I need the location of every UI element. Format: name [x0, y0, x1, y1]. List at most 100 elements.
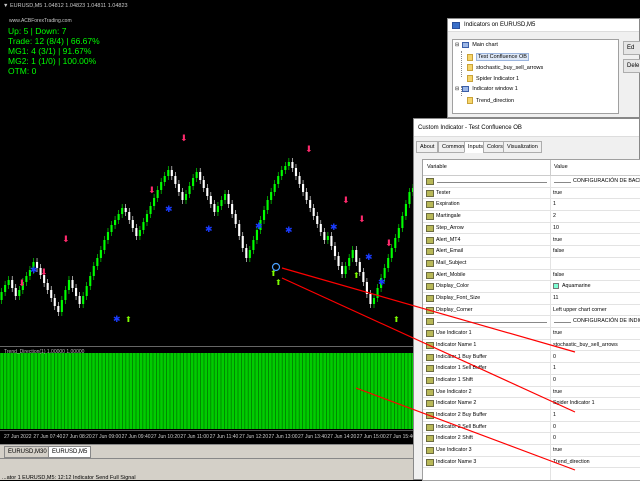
- main-chart-area[interactable]: ⬇ ⬇ ⬇ ⬇ ⬇ ⬇ ⬇ ⬇ ⬇ ⬆ ⬆ ⬆ ⬆ ⬆ ✱ ✱ ✱ ✱ ✱ ✱ ✱ ✱ ✱ ▼ EURUSD,M5 1.04…: [0, 0, 415, 345]
- input-row[interactable]: Mail_Subject: [423, 258, 640, 270]
- tree-item-trend-direction[interactable]: Trend_direction: [467, 97, 514, 104]
- input-row[interactable]: Step_Arrow 10: [423, 223, 640, 235]
- input-row[interactable]: Indicator 1 Sell Buffer 1: [423, 363, 640, 375]
- input-row[interactable]: Indicator Name 2 Spider Indicator 1: [423, 398, 640, 410]
- parameter-value[interactable]: 0: [553, 377, 556, 383]
- parameter-icon: [426, 283, 434, 291]
- input-row[interactable]: Display_Color Aquamarine: [423, 281, 640, 293]
- input-row[interactable]: Martingale 2: [423, 211, 640, 223]
- stats-line: OTM: 0: [8, 66, 37, 76]
- parameter-value[interactable]: 0: [553, 435, 556, 441]
- parameter-value[interactable]: Left upper chart corner: [553, 307, 607, 313]
- input-row[interactable]: Alert_MT4 true: [423, 235, 640, 247]
- parameter-icon: [426, 330, 434, 338]
- tab-about[interactable]: About: [416, 141, 439, 153]
- indicators-window-titlebar[interactable]: Indicators on EURUSD,M5: [448, 19, 639, 32]
- parameter-name: Use Indicator 2: [436, 388, 472, 395]
- parameter-value[interactable]: true: [553, 330, 562, 336]
- parameter-value[interactable]: true: [553, 389, 562, 395]
- status-text: ...ator 1 EURUSD,M5: 12:12 Indicator Sen…: [2, 475, 136, 481]
- parameter-value[interactable]: true: [553, 237, 562, 243]
- svg-text:✱: ✱: [285, 226, 293, 236]
- parameter-name: Indicator 1 Buy Buffer: [436, 353, 487, 360]
- input-row[interactable]: Alert_Mobile false: [423, 270, 640, 282]
- input-row[interactable]: Alert_Email false: [423, 246, 640, 258]
- parameter-value[interactable]: Spider Indicator 1: [553, 400, 595, 406]
- indicators-window-title: Indicators on EURUSD,M5: [464, 22, 536, 28]
- indicators-list-window: Indicators on EURUSD,M5 ⊟ Main chart Tes…: [447, 18, 640, 118]
- input-row[interactable]: CONFIGURACIÓN DE INDIC: [423, 316, 640, 329]
- indicator-icon: [467, 53, 473, 61]
- parameter-value[interactable]: false: [553, 272, 564, 278]
- tab-eurusd-m30[interactable]: EURUSD,M30: [4, 446, 51, 458]
- input-row[interactable]: Indicator 2 Sell Buffer 0: [423, 422, 640, 434]
- svg-text:⬆: ⬆: [393, 315, 400, 324]
- input-row[interactable]: Indicator 1 Shift 0: [423, 375, 640, 387]
- svg-text:✱: ✱: [255, 222, 263, 232]
- input-row[interactable]: Indicator 2 Shift 0: [423, 433, 640, 446]
- svg-text:⬆: ⬆: [125, 315, 132, 324]
- parameter-icon: [426, 248, 434, 256]
- edit-button[interactable]: Ed: [623, 41, 640, 55]
- svg-text:⬇: ⬇: [148, 186, 156, 196]
- input-row[interactable]: Indicator 1 Buy Buffer 0: [423, 352, 640, 364]
- custom-indicator-dialog: Custom Indicator - Test Confluence OB Ab…: [413, 118, 640, 481]
- input-row[interactable]: Display_Font_Size 11: [423, 293, 640, 305]
- indicator-subwindow[interactable]: Trend_Direction(1) 1.00000 1.00000: [0, 346, 415, 430]
- delete-button[interactable]: Dele: [623, 59, 640, 73]
- parameter-value[interactable]: true: [553, 190, 562, 196]
- parameter-value[interactable]: false: [553, 248, 564, 254]
- inputs-grid: Variable Value CONFIGURACIÓN DE BACK Test…: [422, 159, 640, 481]
- column-value[interactable]: Value: [554, 164, 568, 170]
- svg-text:⬇: ⬇: [18, 279, 26, 289]
- input-row[interactable]: Display_Corner Left upper chart corner: [423, 305, 640, 317]
- input-row[interactable]: Use Indicator 3 true: [423, 445, 640, 457]
- tree-item-test-confluence[interactable]: Test Confluence OB: [467, 53, 529, 61]
- stats-line: Up: 5 | Down: 7: [8, 26, 67, 36]
- parameter-value[interactable]: Trend_direction: [553, 459, 590, 465]
- parameter-icon: [426, 178, 434, 185]
- svg-text:✱: ✱: [365, 253, 373, 263]
- input-row[interactable]: Expiration 1: [423, 199, 640, 212]
- parameter-value[interactable]: true: [553, 447, 562, 453]
- time-label: 27 Jun 09:00: [92, 434, 122, 440]
- parameter-value[interactable]: 1: [553, 412, 556, 418]
- parameter-name: Alert_Email: [436, 248, 464, 255]
- parameter-value[interactable]: 2: [553, 213, 556, 219]
- parameter-value[interactable]: 0: [553, 354, 556, 360]
- tab-visualization[interactable]: Visualization: [503, 141, 542, 153]
- parameter-value[interactable]: 10: [553, 225, 559, 231]
- input-row[interactable]: Use Indicator 1 true: [423, 328, 640, 340]
- tree-item-main-chart[interactable]: ⊟ Main chart: [455, 42, 498, 48]
- tree-item-stochastic[interactable]: stochastic_buy_sell_arrows: [467, 64, 543, 71]
- input-row[interactable]: CONFIGURACIÓN DE BACK: [423, 176, 640, 188]
- time-axis: 27 Jun 2022 27 Jun 07:40 27 Jun 08:20 27 Ju…: [0, 430, 415, 444]
- parameter-name: Display_Color: [436, 283, 469, 290]
- parameter-value[interactable]: 0: [553, 424, 556, 430]
- parameter-name: Indicator 2 Buy Buffer: [436, 412, 487, 418]
- column-variable[interactable]: Variable: [427, 164, 447, 170]
- input-row[interactable]: Indicator Name 3 Trend_direction: [423, 457, 640, 469]
- tab-eurusd-m5[interactable]: EURUSD,M5: [48, 446, 92, 458]
- svg-text:⬇: ⬇: [40, 268, 48, 278]
- parameter-value[interactable]: Aquamarine: [562, 283, 591, 289]
- input-row[interactable]: Use Indicator 2 true: [423, 387, 640, 399]
- time-label: 27 Jun 15:00: [356, 434, 386, 440]
- parameter-icon: [426, 306, 434, 314]
- time-label: 27 Jun 2022: [4, 434, 32, 440]
- tree-item-indicator-window[interactable]: ⊟ Indicator window 1: [455, 86, 518, 92]
- tree-item-spider[interactable]: Spider Indicator 1: [467, 75, 519, 82]
- custom-indicator-title[interactable]: Custom Indicator - Test Confluence OB: [414, 119, 639, 137]
- parameter-value[interactable]: 1: [553, 201, 556, 207]
- parameter-value[interactable]: stochastic_buy_sell_arrows: [553, 342, 618, 348]
- input-row[interactable]: Indicator Name 1 stochastic_buy_sell_arro…: [423, 340, 640, 352]
- parameter-name: Indicator 1 Shift: [436, 376, 473, 383]
- stats-panel: Up: 5 | Down: 7 Trade: 12 (8/4) | 66.67%…: [8, 26, 100, 76]
- parameter-value[interactable]: 1: [553, 365, 556, 371]
- parameter-value[interactable]: 11: [553, 295, 559, 301]
- parameter-value[interactable]: CONFIGURACIÓN DE INDIC: [573, 318, 640, 324]
- parameter-value[interactable]: CONFIGURACIÓN DE BACK: [573, 178, 640, 184]
- indicator-icon: [467, 64, 473, 71]
- input-row[interactable]: Tester true: [423, 188, 640, 200]
- input-row[interactable]: Indicator 2 Buy Buffer 1: [423, 410, 640, 422]
